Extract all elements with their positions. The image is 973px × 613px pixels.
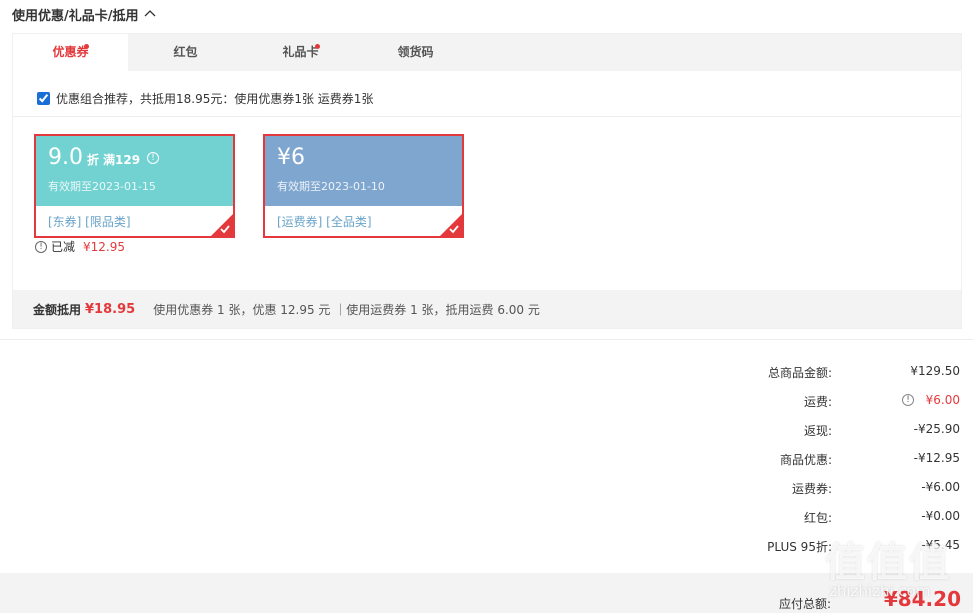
payable-amount: ¥84.20: [883, 587, 961, 611]
coupon-unit: 折: [87, 153, 100, 167]
coupon-validity: 有效期至2023-01-15: [48, 180, 156, 193]
selected-check-icon: [440, 214, 462, 236]
coupon-face: ¥6 有效期至2023-01-10: [265, 136, 462, 206]
coupon-condition: 满129: [103, 153, 141, 167]
notification-dot: [84, 44, 89, 49]
total-row: 商品优惠: -¥12.95: [660, 449, 960, 478]
coupon-amount: ¥6: [277, 145, 305, 170]
total-label: PLUS 95折:: [767, 540, 832, 554]
reduced-label: 已减: [51, 240, 76, 254]
payable-label: 应付总额:: [778, 597, 831, 611]
total-label: 商品优惠:: [779, 453, 832, 467]
coupon-tags: [运费券] [全品类]: [265, 206, 462, 236]
total-value: -¥5.45: [921, 538, 960, 552]
tab-redeem-code[interactable]: 领货码: [358, 34, 473, 71]
summary-value: ¥18.95: [85, 301, 136, 317]
total-label: 运费券:: [791, 482, 832, 496]
info-icon[interactable]: !: [147, 152, 160, 164]
total-label: 红包:: [803, 511, 832, 525]
total-row: PLUS 95折: -¥5.45: [660, 536, 960, 565]
tab-label: 红包: [173, 45, 198, 59]
coupon-amount-row: 9.0 折满129 !: [48, 143, 160, 175]
divider: [13, 116, 961, 117]
payable-bar: 应付总额: ¥84.20: [0, 573, 973, 613]
total-value: ¥6.00: [925, 393, 960, 407]
coupon-card-discount[interactable]: 9.0 折满129 ! 有效期至2023-01-15 [东券] [限品类]: [34, 134, 235, 238]
tab-label: 礼品卡: [282, 45, 319, 59]
reduced-amount: ¥12.95: [83, 239, 126, 254]
section-title: 使用优惠/礼品卡/抵用: [12, 8, 139, 24]
coupon-amount: 9.0: [48, 145, 83, 170]
coupon-validity: 有效期至2023-01-10: [277, 180, 385, 193]
tab-coupon[interactable]: 优惠券: [13, 34, 128, 71]
coupon-face: 9.0 折满129 ! 有效期至2023-01-15: [36, 136, 233, 206]
summary-label: 金额抵用: [33, 302, 82, 317]
order-totals: 总商品金额: ¥129.50 运费: ! ¥6.00 返现: -¥25.90 商…: [660, 362, 960, 565]
coupon-card-shipping[interactable]: ¥6 有效期至2023-01-10 [运费券] [全品类]: [263, 134, 464, 238]
combo-recommend[interactable]: 优惠组合推荐，共抵用18.95元：使用优惠券1张 运费券1张: [37, 90, 373, 107]
total-value: -¥12.95: [913, 451, 960, 465]
total-value: ¥129.50: [910, 364, 960, 378]
combo-checkbox[interactable]: [37, 92, 50, 105]
section-toggle[interactable]: 使用优惠/礼品卡/抵用: [12, 5, 157, 24]
notification-dot: [315, 44, 320, 49]
total-label: 返现:: [803, 424, 832, 438]
total-row: 运费: ! ¥6.00: [660, 391, 960, 420]
info-icon[interactable]: !: [35, 240, 47, 253]
deduction-summary: 金额抵用 ¥18.95 使用优惠券 1 张，优惠 12.95 元 ｜使用运费券 …: [13, 290, 961, 328]
divider: [0, 339, 973, 340]
chevron-up-icon: [143, 7, 157, 21]
total-label: 总商品金额:: [767, 366, 832, 380]
combo-text: 优惠组合推荐，共抵用18.95元：使用优惠券1张 运费券1张: [56, 92, 374, 106]
selected-check-icon: [211, 214, 233, 236]
total-value: -¥6.00: [921, 480, 960, 494]
coupon-amount-row: ¥6: [277, 143, 305, 173]
coupon-panel: 优惠券 红包 礼品卡 领货码 优惠组合推荐，共抵用18.95元：使用优惠券1张 …: [12, 33, 962, 329]
total-row: 返现: -¥25.90: [660, 420, 960, 449]
total-row: 运费券: -¥6.00: [660, 478, 960, 507]
summary-detail: 使用优惠券 1 张，优惠 12.95 元 ｜使用运费券 1 张，抵用运费 6.0…: [153, 302, 540, 317]
coupon-tags: [东券] [限品类]: [36, 206, 233, 236]
tab-bar: 优惠券 红包 礼品卡 领货码: [13, 34, 961, 71]
total-value: -¥0.00: [921, 509, 960, 523]
total-label: 运费:: [803, 395, 832, 409]
info-icon[interactable]: !: [902, 394, 914, 406]
total-value: -¥25.90: [913, 422, 960, 436]
tab-red-packet[interactable]: 红包: [128, 34, 243, 71]
reduced-note: ! 已减 ¥12.95: [35, 238, 125, 255]
total-row: 红包: -¥0.00: [660, 507, 960, 536]
tab-gift-card[interactable]: 礼品卡: [243, 34, 358, 71]
total-row: 总商品金额: ¥129.50: [660, 362, 960, 391]
tab-label: 领货码: [397, 45, 434, 59]
